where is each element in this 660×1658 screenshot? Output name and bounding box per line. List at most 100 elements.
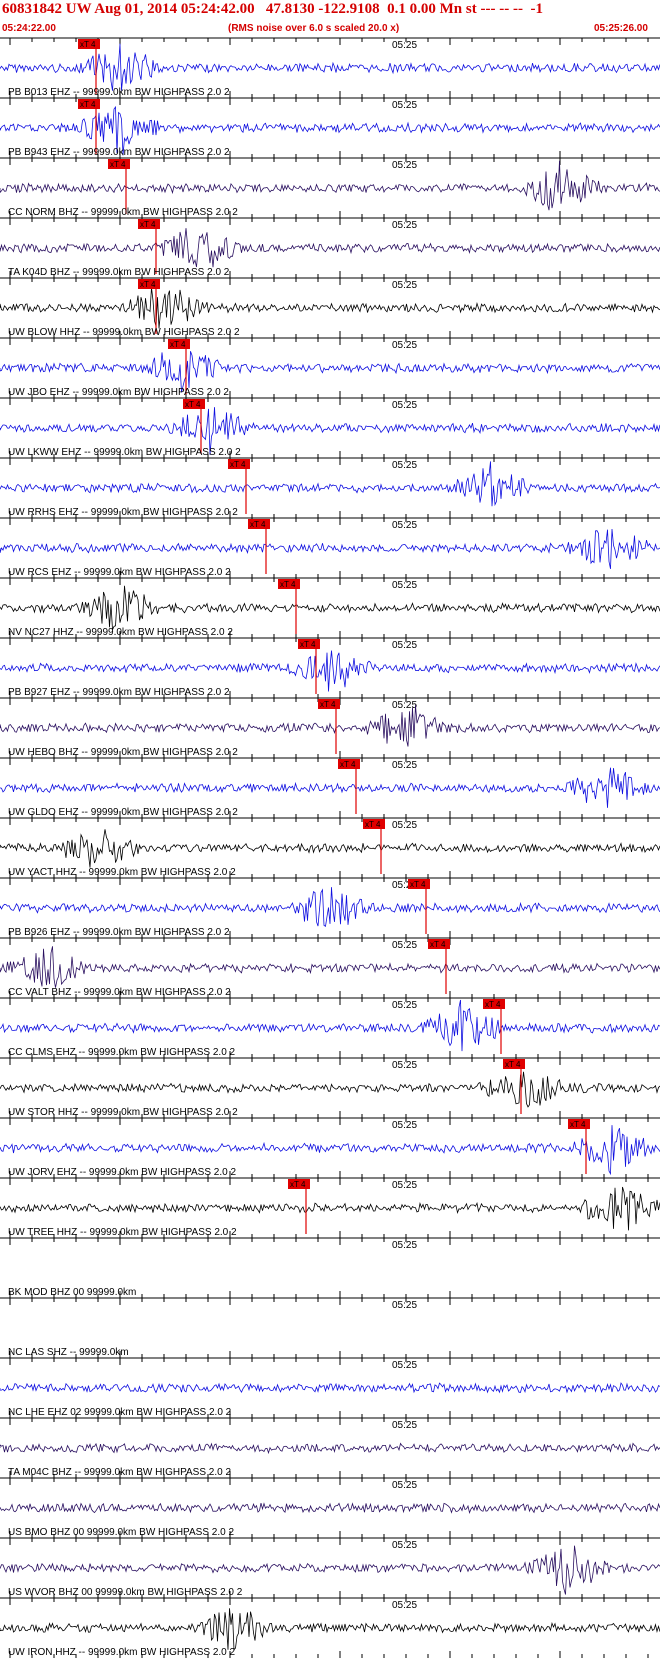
time-mark-label: 05:25 <box>392 1480 417 1491</box>
channel-strip: 05:25 xT 4 UW JBO EHZ -- 99999.0km BW HIGH… <box>0 337 660 398</box>
channel-label: UW JORV EHZ -- 99999.0km BW HIGHPASS 2.0… <box>8 1167 236 1178</box>
waveform-trace <box>0 1442 660 1455</box>
pick-label: xT 4 <box>185 400 201 409</box>
channel-strip: 05:25 xT 4 UW TREE HHZ -- 99999.0km BW HIG… <box>0 1177 660 1238</box>
channel-label: UW STOR HHZ -- 99999.0km BW HIGHPASS 2.0… <box>8 1107 238 1118</box>
waveform-trace <box>0 585 660 630</box>
time-mark-label: 05:25 <box>392 340 417 351</box>
waveform-trace <box>0 528 660 569</box>
time-mark-label: 05:25 <box>392 640 417 651</box>
channel-strip: 05:25 xT 4 UW GLDO EHZ -- 99999.0km BW HIG… <box>0 757 660 818</box>
waveform-trace <box>0 228 660 268</box>
waveform-trace <box>0 829 660 868</box>
channel-label: UW JBO EHZ -- 99999.0km BW HIGHPASS 2.0 … <box>8 387 229 398</box>
time-mark-label: 05:25 <box>392 1600 417 1611</box>
channel-strip: 05:25 xT 4 UW RRHS EHZ -- 99999.0km BW HIG… <box>0 457 660 518</box>
channel-strip: 05:25 US WVOR BHZ 00 99999.0km BW HIGHPAS… <box>0 1537 660 1598</box>
time-mark-label: 05:25 <box>392 760 417 771</box>
pick-label: xT 4 <box>80 100 96 109</box>
seismogram-plot: 05:25 xT 4 PB B013 EHZ -- 99999.0km BW HIG… <box>0 37 660 1658</box>
channel-strip: 05:25 xT 4 UW HEBO BHZ -- 99999.0km BW HIG… <box>0 697 660 758</box>
channel-strip: 05:25 TA M04C BHZ -- 99999.0km BW HIGHPAS… <box>0 1417 660 1478</box>
pick-label: xT 4 <box>290 1180 306 1189</box>
time-mark-label: 05:25 <box>392 280 417 291</box>
pick-label: xT 4 <box>365 820 381 829</box>
waveform-trace <box>0 1382 660 1394</box>
pick-label: xT 4 <box>300 640 316 649</box>
waveform-trace <box>0 999 660 1052</box>
channel-strip: 05:25xT 4PB B926 EHZ -- 99999.0km BW HIG… <box>0 877 660 938</box>
time-mark-label: 05:25 <box>392 220 417 231</box>
channel-label: UW TREE HHZ -- 99999.0km BW HIGHPASS 2.0… <box>8 1227 237 1238</box>
time-mark-label: 05:25 <box>392 1540 417 1551</box>
channel-label: PB B943 EHZ -- 99999.0km BW HIGHPASS 2.0… <box>8 147 230 158</box>
channel-label: NC LHE EHZ 02 99999.0km BW HIGHPASS 2.0 … <box>8 1407 232 1418</box>
pick-label: xT 4 <box>505 1060 521 1069</box>
channel-strip: 05:25 xT 4 CC NORM BHZ -- 99999.0km BW HIG… <box>0 157 660 218</box>
waveform-trace <box>0 767 660 808</box>
channel-strip: 05:25 xT 4 UW BLOW HHZ -- 99999.0km BW HIG… <box>0 277 660 338</box>
pick-label: xT 4 <box>230 460 246 469</box>
time-mark-label: 05:25 <box>392 1180 417 1191</box>
waveform-trace <box>0 887 660 927</box>
time-mark-label: 05:25 <box>392 520 417 531</box>
waveform-trace <box>0 43 660 91</box>
pick-label: xT 4 <box>140 280 156 289</box>
channel-label: CC CLMS EHZ -- 99999.0km BW HIGHPASS 2.0… <box>8 1047 236 1058</box>
channel-label: UW LKWW EHZ -- 99999.0km BW HIGHPASS 2.0… <box>8 447 241 458</box>
channel-strip: 05:25 xT 4 UW LKWW EHZ -- 99999.0km BW HIG… <box>0 397 660 458</box>
channel-strip: 05:25 xT 4 UW RCS EHZ -- 99999.0km BW HIGH… <box>0 517 660 578</box>
waveform-trace <box>0 287 660 329</box>
time-mark-label: 05:25 <box>392 160 417 171</box>
time-mark-label: 05:25 <box>392 1120 417 1131</box>
channel-strip: 05:25 NC LAS SHZ -- 99999.0km <box>0 1297 660 1358</box>
channel-strip: 05:25 xT 4 PB B927 EHZ -- 99999.0km BW HIG… <box>0 637 660 698</box>
waveform-trace <box>0 461 660 507</box>
pick-label: xT 4 <box>485 1000 501 1009</box>
channel-label: PB B926 EHZ -- 99999.0km BW HIGHPASS 2.0… <box>8 927 230 938</box>
time-mark-label: 05:25 <box>392 40 417 51</box>
channel-label: UW IRON HHZ -- 99999.0km BW HIGHPASS 2.0… <box>8 1647 236 1658</box>
channel-label: TA M04C BHZ -- 99999.0km BW HIGHPASS 2.0… <box>8 1467 231 1478</box>
channel-strip: 05:25 xT 4 CC CLMS EHZ -- 99999.0km BW HIG… <box>0 997 660 1058</box>
channel-strip: 05:25 xT 4 CC VALT BHZ -- 99999.0km BW HIG… <box>0 937 660 998</box>
waveform-trace <box>0 1186 660 1231</box>
channel-label: UW RCS EHZ -- 99999.0km BW HIGHPASS 2.0 … <box>8 567 231 578</box>
channel-label: US BMO BHZ 00 99999.0km BW HIGHPASS 2.0 … <box>8 1527 234 1538</box>
channel-label: UW YACT HHZ -- 99999.0km BW HIGHPASS 2.0… <box>8 867 236 878</box>
channel-strip: 05:25 xT 4 UW STOR HHZ -- 99999.0km BW HIG… <box>0 1057 660 1118</box>
time-mark-label: 05:25 <box>392 1420 417 1431</box>
channel-label: CC VALT BHZ -- 99999.0km BW HIGHPASS 2.0… <box>8 987 231 998</box>
channel-strip: 05:25 BK MOD BHZ 00 99999.0km <box>0 1237 660 1298</box>
channel-label: NC LAS SHZ -- 99999.0km <box>8 1347 129 1358</box>
channel-strip: 05:25 xT 4 UW YACT HHZ -- 99999.0km BW HIG… <box>0 817 660 878</box>
waveform-trace <box>0 1608 660 1651</box>
channel-strip: 05:25 xT 4 NV NC27 HHZ -- 99999.0km BW HIG… <box>0 577 660 638</box>
channel-label: PB B013 EHZ -- 99999.0km BW HIGHPASS 2.0… <box>8 87 230 98</box>
channel-label: UW GLDO EHZ -- 99999.0km BW HIGHPASS 2.0… <box>8 807 238 818</box>
pick-label: xT 4 <box>340 760 356 769</box>
channel-label: UW HEBO BHZ -- 99999.0km BW HIGHPASS 2.0… <box>8 747 238 758</box>
channel-label: TA K04D BHZ -- 99999.0km BW HIGHPASS 2.0… <box>8 267 230 278</box>
time-mark-label: 05:25 <box>392 1300 417 1311</box>
time-mark-label: 05:25 <box>392 1240 417 1251</box>
channel-strip: 05:25 UW IRON HHZ -- 99999.0km BW HIGHPAS… <box>0 1597 660 1658</box>
pick-label: xT 4 <box>320 700 336 709</box>
channel-label: CC NORM BHZ -- 99999.0km BW HIGHPASS 2.0… <box>8 207 238 218</box>
time-mark-label: 05:25 <box>392 400 417 411</box>
pick-label: xT 4 <box>140 220 156 229</box>
channel-label: UW RRHS EHZ -- 99999.0km BW HIGHPASS 2.0… <box>8 507 238 518</box>
channel-label: PB B927 EHZ -- 99999.0km BW HIGHPASS 2.0… <box>8 687 230 698</box>
waveform-trace <box>0 160 660 211</box>
time-mark-label: 05:25 <box>392 1360 417 1371</box>
pick-label: xT 4 <box>110 160 126 169</box>
pick-label: xT 4 <box>430 940 446 949</box>
waveform-trace <box>0 946 660 988</box>
pick-label: xT 4 <box>280 580 296 589</box>
channel-label: UW BLOW HHZ -- 99999.0km BW HIGHPASS 2.0… <box>8 327 240 338</box>
waveform-trace <box>0 705 660 747</box>
channel-label: BK MOD BHZ 00 99999.0km <box>8 1287 136 1298</box>
time-mark-label: 05:25 <box>392 100 417 111</box>
channel-strip: 05:25 xT 4 PB B013 EHZ -- 99999.0km BW HIG… <box>0 37 660 98</box>
waveform-trace <box>0 650 660 692</box>
